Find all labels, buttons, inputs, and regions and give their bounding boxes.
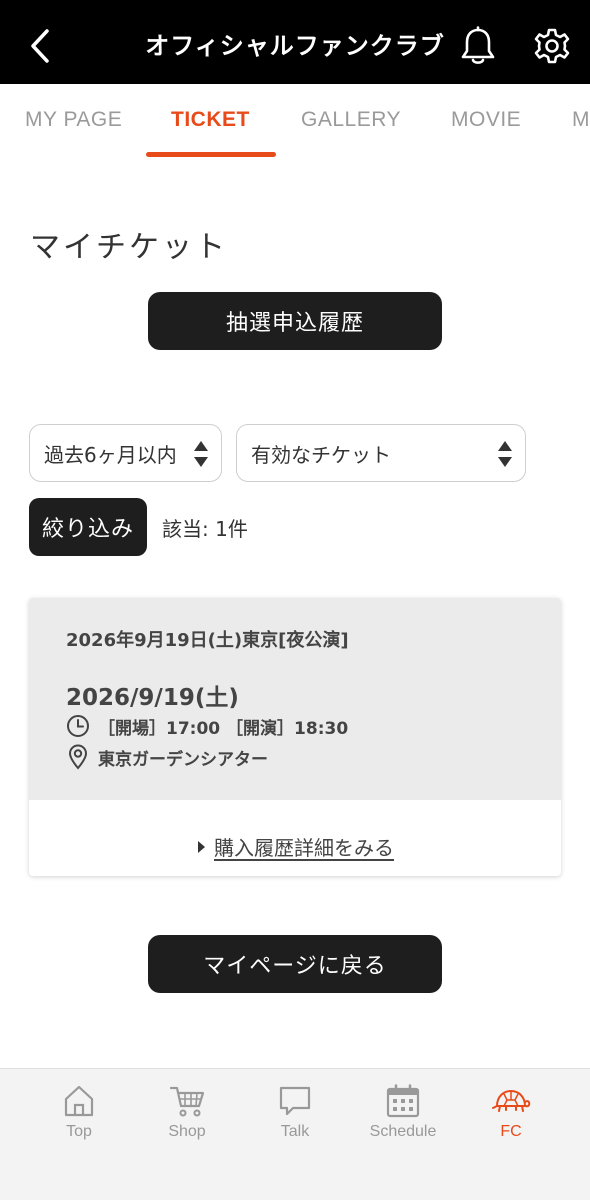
active-tab-indicator	[146, 152, 276, 157]
nav-shop[interactable]: Shop	[137, 1081, 237, 1141]
back-button[interactable]	[22, 24, 58, 68]
ticket-status-select[interactable]: 有効なチケット	[236, 424, 526, 482]
notifications-button[interactable]	[456, 24, 500, 68]
settings-button[interactable]	[530, 24, 574, 68]
clock-icon	[66, 714, 90, 738]
result-count: 該当: 1件	[162, 517, 248, 541]
filter-button[interactable]: 絞り込み	[29, 498, 147, 556]
back-to-mypage-button[interactable]: マイページに戻る	[148, 935, 442, 993]
event-times-text: ［開場］17:00 ［開演］18:30	[98, 718, 349, 739]
tab-ticket[interactable]: TICKET	[171, 108, 250, 132]
tab-my-page[interactable]: MY PAGE	[25, 108, 122, 132]
ticket-card: 2026年9月19日(土)東京[夜公演] 2026/9/19(土) ［開場］17…	[29, 598, 561, 876]
calendar-icon	[383, 1081, 423, 1121]
bottom-nav: Top Shop Talk Schedule FC	[0, 1068, 590, 1200]
event-times: ［開場］17:00 ［開演］18:30	[66, 714, 349, 739]
nav-fc-label: FC	[500, 1123, 522, 1140]
event-title: 2026年9月19日(土)東京[夜公演]	[66, 630, 349, 651]
nav-schedule-label: Schedule	[369, 1123, 437, 1140]
nav-talk[interactable]: Talk	[245, 1081, 345, 1141]
bell-icon	[461, 26, 495, 64]
nav-shop-label: Shop	[168, 1123, 206, 1140]
period-select[interactable]: 過去6ヶ月以内	[29, 424, 222, 482]
nav-top[interactable]: Top	[29, 1081, 129, 1141]
nav-top-label: Top	[66, 1123, 92, 1140]
tab-gallery[interactable]: GALLERY	[301, 108, 401, 132]
tab-more[interactable]: M	[572, 108, 590, 132]
turtle-icon	[491, 1081, 531, 1121]
tab-bar: MY PAGE TICKET GALLERY MOVIE M	[0, 84, 590, 164]
cart-icon	[167, 1081, 207, 1121]
event-venue-text: 東京ガーデンシアター	[98, 749, 268, 770]
nav-talk-label: Talk	[280, 1123, 310, 1140]
status-select-value: 有効なチケット	[251, 442, 391, 467]
caret-right-icon	[198, 840, 205, 853]
chevron-left-icon	[31, 29, 49, 63]
purchase-detail-link-label: 購入履歴詳細をみる	[214, 836, 394, 860]
event-venue: 東京ガーデンシアター	[66, 744, 268, 770]
sort-arrows-icon	[498, 441, 512, 467]
location-pin-icon	[66, 744, 90, 770]
gear-icon	[534, 28, 570, 64]
period-select-value: 過去6ヶ月以内	[44, 442, 177, 467]
event-date: 2026/9/19(土)	[66, 685, 239, 711]
page-title: マイチケット	[30, 230, 228, 265]
lottery-history-button[interactable]: 抽選申込履歴	[148, 292, 442, 350]
header-title: オフィシャルファンクラブ	[145, 32, 445, 60]
purchase-detail-link[interactable]: 購入履歴詳細をみる	[29, 832, 561, 861]
ticket-card-info: 2026年9月19日(土)東京[夜公演] 2026/9/19(土) ［開場］17…	[29, 598, 561, 800]
home-icon	[59, 1081, 99, 1121]
nav-schedule[interactable]: Schedule	[353, 1081, 453, 1141]
nav-fc[interactable]: FC	[461, 1081, 561, 1141]
app-header: オフィシャルファンクラブ	[0, 0, 590, 84]
chat-icon	[275, 1081, 315, 1121]
sort-arrows-icon	[194, 441, 208, 467]
tab-movie[interactable]: MOVIE	[451, 108, 521, 132]
